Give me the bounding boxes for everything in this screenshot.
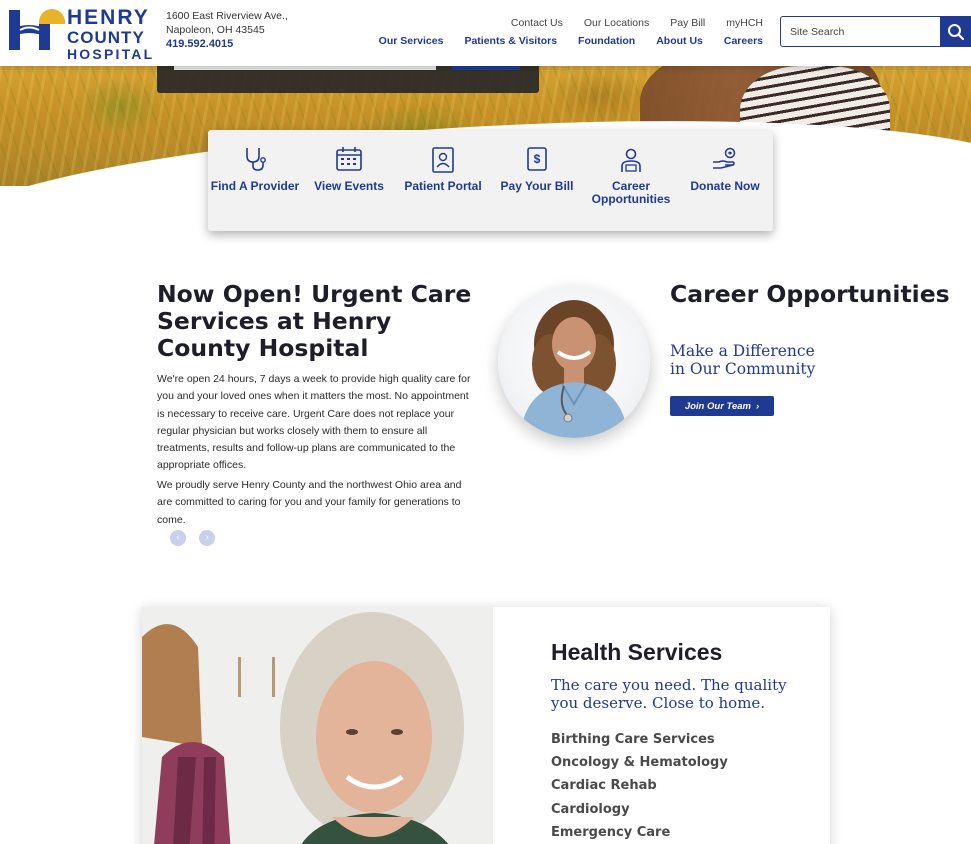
- urgent-care-paragraph-1: We're open 24 hours, 7 days a week to pr…: [157, 373, 471, 472]
- health-services-list: Birthing Care Services Oncology & Hemato…: [551, 728, 728, 844]
- main-nav: Our Services Patients & Visitors Foundat…: [379, 35, 763, 47]
- hospital-address: 1600 East Riverview Ave., Napoleon, OH 4…: [166, 9, 288, 51]
- career-nurse-photo: [498, 286, 650, 438]
- join-team-label: Join Our Team: [684, 400, 751, 412]
- utility-nav: Contact Us Our Locations Pay Bill myHCH: [511, 17, 763, 29]
- quick-link-find-provider[interactable]: Find A Provider: [208, 146, 302, 193]
- hero-search-box: [157, 66, 539, 93]
- logo-line-1: HENRY: [67, 6, 150, 29]
- logo-line-2: COUNTY: [67, 28, 145, 47]
- nurse-illustration: [520, 300, 628, 438]
- search-input[interactable]: [781, 17, 941, 46]
- quick-link-label: Career Opportunities: [591, 179, 671, 206]
- quick-link-label: Donate Now: [690, 179, 760, 193]
- phone-link[interactable]: 419.592.4015: [166, 37, 288, 51]
- quick-link-pay-bill[interactable]: $ Pay Your Bill: [490, 146, 584, 193]
- quick-link-donate[interactable]: Donate Now: [678, 146, 772, 193]
- career-subtitle: Make a Difference in Our Community: [670, 342, 816, 378]
- logo-mark-icon: [9, 9, 65, 50]
- quick-links-panel: Find A Provider View Events Patient Port…: [208, 130, 773, 231]
- util-link-our-locations[interactable]: Our Locations: [584, 17, 649, 29]
- health-services-photo: [142, 607, 493, 844]
- address-line-2: Napoleon, OH 43545: [166, 24, 265, 36]
- util-link-pay-bill[interactable]: Pay Bill: [670, 17, 705, 29]
- chevron-right-icon: ›: [205, 532, 209, 543]
- service-link-birthing-care[interactable]: Birthing Care Services: [551, 728, 728, 751]
- bill-icon: $: [527, 147, 547, 171]
- career-icon: [621, 148, 641, 172]
- logo-line-3: HOSPITAL: [67, 46, 155, 62]
- donate-icon: [713, 147, 736, 169]
- chevron-right-icon: ›: [756, 400, 760, 412]
- service-link-oncology[interactable]: Oncology & Hematology: [551, 751, 728, 774]
- quick-link-label: View Events: [314, 179, 384, 193]
- carousel-prev-button[interactable]: ‹: [170, 530, 186, 546]
- nav-about-us[interactable]: About Us: [656, 35, 703, 47]
- site-header: HENRY COUNTY HOSPITAL 1600 East Rivervie…: [0, 0, 971, 66]
- hero-search-field[interactable]: [174, 66, 436, 70]
- career-title: Career Opportunities: [670, 280, 950, 308]
- stethoscope-icon: [246, 148, 266, 171]
- quick-link-label: Find A Provider: [210, 179, 300, 193]
- urgent-care-title: Now Open! Urgent Care Services at Henry …: [157, 280, 472, 362]
- hospital-logo[interactable]: HENRY COUNTY HOSPITAL: [9, 7, 152, 61]
- logo-text: HENRY COUNTY HOSPITAL: [67, 7, 154, 61]
- portal-icon: [432, 147, 454, 173]
- quick-link-patient-portal[interactable]: Patient Portal: [396, 146, 490, 193]
- util-link-myhch[interactable]: myHCH: [726, 17, 763, 29]
- quick-link-view-events[interactable]: View Events: [302, 146, 396, 193]
- hero-search-button[interactable]: [452, 66, 520, 70]
- quick-link-label: Patient Portal: [404, 179, 482, 193]
- nav-foundation[interactable]: Foundation: [578, 35, 635, 47]
- service-link-emergency-care[interactable]: Emergency Care: [551, 821, 728, 844]
- carousel-next-button[interactable]: ›: [199, 530, 215, 546]
- address-line-1: 1600 East Riverview Ave.,: [166, 10, 288, 22]
- nav-careers[interactable]: Careers: [724, 35, 763, 47]
- health-services-title: Health Services: [551, 639, 723, 665]
- search-button[interactable]: [940, 16, 971, 47]
- util-link-contact-us[interactable]: Contact Us: [511, 17, 563, 29]
- svg-text:$: $: [534, 152, 541, 166]
- chevron-left-icon: ‹: [176, 532, 180, 543]
- calendar-icon: [336, 147, 362, 171]
- patient-woman-illustration: [142, 607, 493, 844]
- site-search: [780, 16, 971, 47]
- health-services-subtitle: The care you need. The quality you deser…: [551, 676, 787, 712]
- quick-link-career[interactable]: Career Opportunities: [584, 146, 678, 206]
- service-link-cardiac-rehab[interactable]: Cardiac Rehab: [551, 774, 728, 797]
- search-icon: [947, 23, 964, 40]
- join-our-team-button[interactable]: Join Our Team ›: [670, 396, 774, 416]
- quick-link-label: Pay Your Bill: [500, 179, 574, 193]
- urgent-care-paragraph-2: We proudly serve Henry County and the no…: [157, 479, 462, 526]
- nav-patients-visitors[interactable]: Patients & Visitors: [464, 35, 557, 47]
- service-link-cardiology[interactable]: Cardiology: [551, 798, 728, 821]
- nav-our-services[interactable]: Our Services: [379, 35, 444, 47]
